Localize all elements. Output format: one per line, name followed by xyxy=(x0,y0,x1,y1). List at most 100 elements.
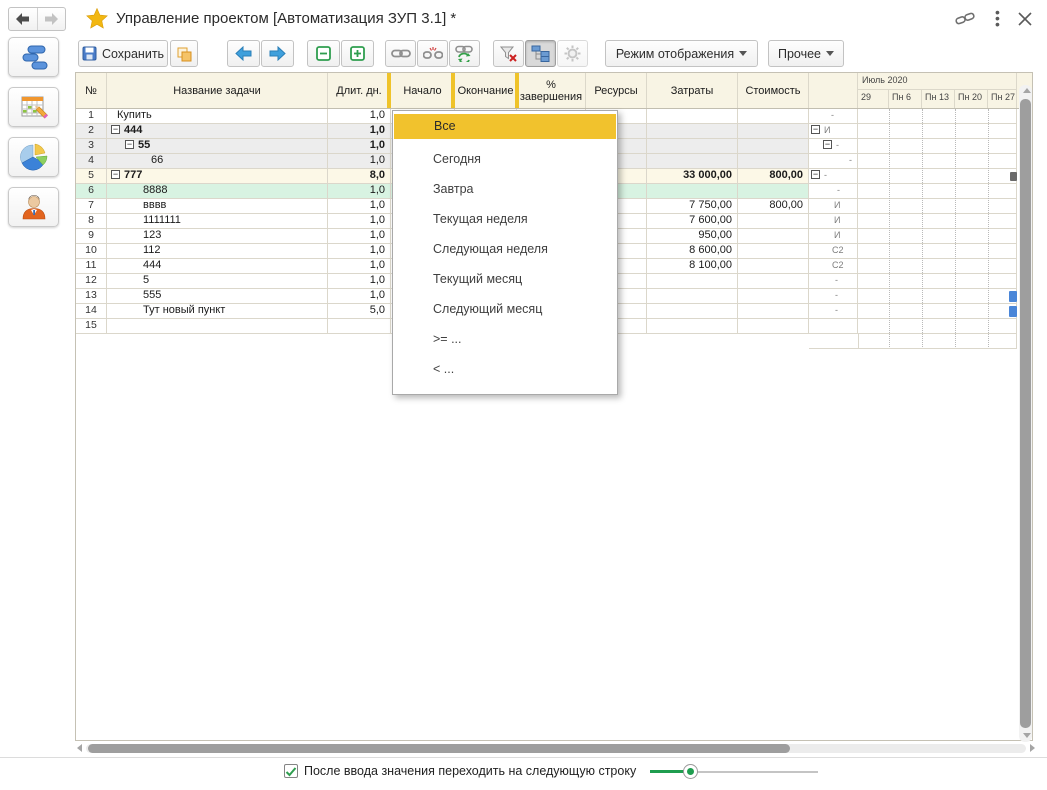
gantt-tree-cell[interactable]: C2 xyxy=(809,244,858,259)
cost-cell[interactable] xyxy=(647,124,738,139)
gantt-tree-cell[interactable]: −- xyxy=(809,169,858,184)
price-cell[interactable] xyxy=(738,304,809,319)
duration-cell[interactable]: 5,0 xyxy=(328,304,391,319)
duration-cell[interactable]: 1,0 xyxy=(328,214,391,229)
gantt-tree-header[interactable] xyxy=(809,73,858,108)
duration-cell[interactable]: 1,0 xyxy=(328,259,391,274)
gantt-timeline-cell[interactable] xyxy=(858,154,1017,169)
duration-cell[interactable]: 1,0 xyxy=(328,229,391,244)
task-name-cell[interactable]: 8888 xyxy=(107,184,328,199)
gantt-timeline-cell[interactable] xyxy=(858,139,1017,154)
more-button[interactable]: Прочее xyxy=(768,40,844,67)
row-number[interactable]: 1 xyxy=(76,109,107,124)
get-link-icon[interactable] xyxy=(955,11,975,27)
row-number[interactable]: 13 xyxy=(76,289,107,304)
hscroll-left-arrow[interactable] xyxy=(77,744,82,752)
row-number[interactable]: 14 xyxy=(76,304,107,319)
gantt-vertical-scrollbar-thumb[interactable] xyxy=(1020,99,1031,728)
cost-cell[interactable] xyxy=(647,139,738,154)
menu-item[interactable]: Следующий месяц xyxy=(393,294,617,324)
sidebar-item-gantt-view[interactable] xyxy=(8,37,59,77)
cost-cell[interactable] xyxy=(647,184,738,199)
forward-button[interactable] xyxy=(37,8,66,30)
duration-cell[interactable]: 1,0 xyxy=(328,154,391,169)
move-left-button[interactable] xyxy=(227,40,260,67)
gantt-bar[interactable] xyxy=(1010,172,1017,181)
expander-icon[interactable]: − xyxy=(111,125,120,134)
gantt-timeline-cell[interactable] xyxy=(858,214,1017,229)
gantt-timeline-cell[interactable] xyxy=(858,109,1017,124)
row-number[interactable]: 12 xyxy=(76,274,107,289)
duration-cell[interactable]: 1,0 xyxy=(328,199,391,214)
duration-cell[interactable]: 8,0 xyxy=(328,169,391,184)
horizontal-scrollbar-thumb[interactable] xyxy=(88,744,790,753)
zoom-slider-thumb[interactable] xyxy=(683,764,698,779)
settings-button[interactable] xyxy=(557,40,588,67)
menu-item[interactable]: Следующая неделя xyxy=(393,234,617,264)
task-name-cell[interactable]: 112 xyxy=(107,244,328,259)
cost-cell[interactable] xyxy=(647,289,738,304)
column-header-4[interactable]: Начало xyxy=(391,73,455,108)
column-header-7[interactable]: Ресурсы xyxy=(586,73,647,108)
row-number[interactable]: 8 xyxy=(76,214,107,229)
save-button[interactable]: Сохранить xyxy=(78,40,168,67)
menu-item[interactable]: >= ... xyxy=(393,324,617,354)
row-number[interactable]: 11 xyxy=(76,259,107,274)
gantt-bar[interactable] xyxy=(1009,291,1017,302)
gantt-timeline-cell[interactable] xyxy=(858,274,1017,289)
duration-cell[interactable]: 1,0 xyxy=(328,289,391,304)
task-name-cell[interactable]: 123 xyxy=(107,229,328,244)
close-icon[interactable] xyxy=(1018,12,1032,26)
expander-icon[interactable]: − xyxy=(125,140,134,149)
scroll-up-arrow[interactable] xyxy=(1023,88,1031,93)
cost-cell[interactable] xyxy=(647,109,738,124)
report-window-button[interactable] xyxy=(170,40,198,67)
price-cell[interactable] xyxy=(738,244,809,259)
column-header-3[interactable]: Длит. дн. xyxy=(328,73,391,108)
gantt-timeline-cell[interactable] xyxy=(858,169,1017,184)
collapse-all-button[interactable] xyxy=(307,40,340,67)
gantt-tree-cell[interactable]: - xyxy=(809,184,858,199)
task-name-cell[interactable]: −777 xyxy=(107,169,328,184)
gantt-tree-cell[interactable]: - xyxy=(809,154,858,169)
column-header-8[interactable]: Затраты xyxy=(647,73,738,108)
price-cell[interactable] xyxy=(738,259,809,274)
refresh-links-button[interactable] xyxy=(449,40,480,67)
sidebar-item-resources-view[interactable] xyxy=(8,187,59,227)
clear-filter-button[interactable] xyxy=(493,40,524,67)
gantt-timeline-cell[interactable] xyxy=(858,289,1017,304)
gantt-tree-cell[interactable]: - xyxy=(809,274,858,289)
cost-cell[interactable] xyxy=(647,274,738,289)
task-name-cell[interactable]: Купить xyxy=(107,109,328,124)
gantt-bar[interactable] xyxy=(1009,306,1017,317)
duration-cell[interactable]: 1,0 xyxy=(328,139,391,154)
task-name-cell[interactable] xyxy=(107,319,328,334)
next-row-checkbox[interactable] xyxy=(284,764,298,778)
task-name-cell[interactable]: 555 xyxy=(107,289,328,304)
expander-icon[interactable]: − xyxy=(823,140,832,149)
gantt-tree-cell[interactable]: - xyxy=(809,289,858,304)
price-cell[interactable] xyxy=(738,184,809,199)
structure-view-button[interactable] xyxy=(525,40,556,67)
menu-item[interactable]: Завтра xyxy=(393,174,617,204)
row-number[interactable]: 4 xyxy=(76,154,107,169)
price-cell[interactable] xyxy=(738,274,809,289)
menu-item[interactable]: Текущий месяц xyxy=(393,264,617,294)
menu-item[interactable]: Сегодня xyxy=(393,144,617,174)
price-cell[interactable] xyxy=(738,319,809,334)
row-number[interactable]: 7 xyxy=(76,199,107,214)
gantt-tree-cell[interactable]: - xyxy=(809,304,858,319)
move-right-button[interactable] xyxy=(261,40,294,67)
row-number[interactable]: 3 xyxy=(76,139,107,154)
gantt-timeline-cell[interactable] xyxy=(858,319,1017,334)
cost-cell[interactable]: 8 100,00 xyxy=(647,259,738,274)
price-cell[interactable] xyxy=(738,289,809,304)
favorite-star-icon[interactable] xyxy=(86,8,108,29)
column-header-1[interactable]: № xyxy=(76,73,107,108)
column-header-6[interactable]: % завершения xyxy=(517,73,586,108)
task-name-cell[interactable]: Тут новый пункт xyxy=(107,304,328,319)
duration-cell[interactable]: 1,0 xyxy=(328,244,391,259)
hscroll-right-arrow[interactable] xyxy=(1030,744,1035,752)
task-name-cell[interactable]: 1111111 xyxy=(107,214,328,229)
task-name-cell[interactable]: −55 xyxy=(107,139,328,154)
